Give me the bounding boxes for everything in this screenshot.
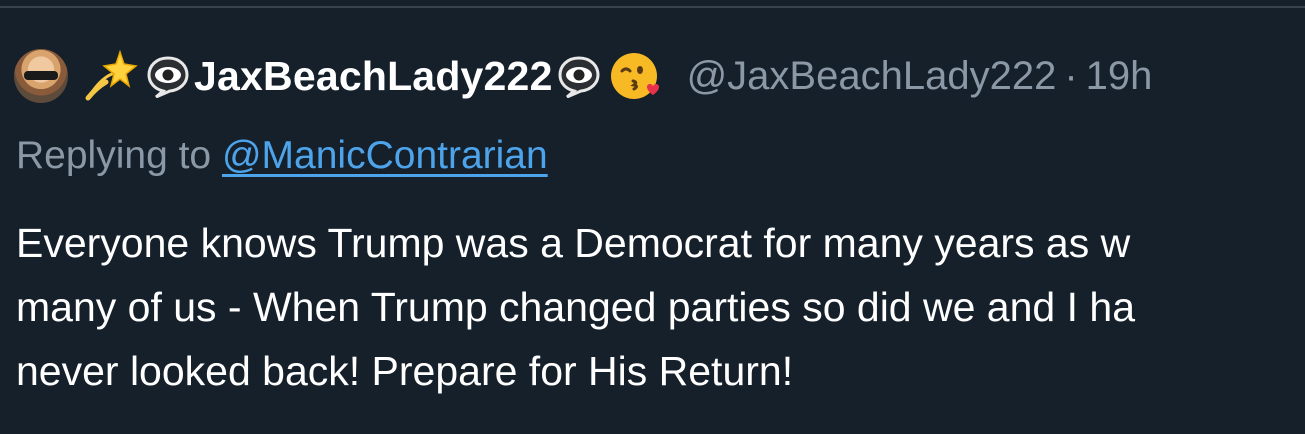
eye-in-speech-bubble-icon (146, 54, 190, 99)
avatar[interactable] (14, 49, 68, 103)
user-handle[interactable]: @JaxBeachLady222 (687, 54, 1057, 99)
display-name[interactable]: JaxBeachLady222 (194, 53, 553, 100)
tweet-text-line: never looked back! Prepare for His Retur… (16, 348, 794, 394)
separator-dot: · (1064, 53, 1078, 98)
tweet-text-line: many of us - When Trump changed parties … (16, 284, 1135, 330)
face-blowing-kiss-icon (609, 49, 663, 103)
tweet-text-line: Everyone knows Trump was a Democrat for … (16, 220, 1131, 266)
tweet-header: JaxBeachLady222 @JaxBeachLady222 · 19h (14, 44, 1152, 108)
divider (0, 0, 1305, 8)
tweet-text: Everyone knows Trump was a Democrat for … (16, 211, 1305, 403)
eye-in-speech-bubble-icon (557, 54, 601, 99)
tweet-card[interactable]: JaxBeachLady222 @JaxBeachLady222 · 19h R… (0, 0, 1305, 434)
reply-context: Replying to @ManicContrarian (16, 134, 548, 178)
reply-prefix: Replying to (16, 134, 212, 177)
dizzy-icon (82, 48, 138, 104)
sunglasses-detail (24, 71, 58, 80)
timestamp[interactable]: 19h (1086, 54, 1153, 99)
reply-to-link[interactable]: @ManicContrarian (222, 134, 548, 177)
